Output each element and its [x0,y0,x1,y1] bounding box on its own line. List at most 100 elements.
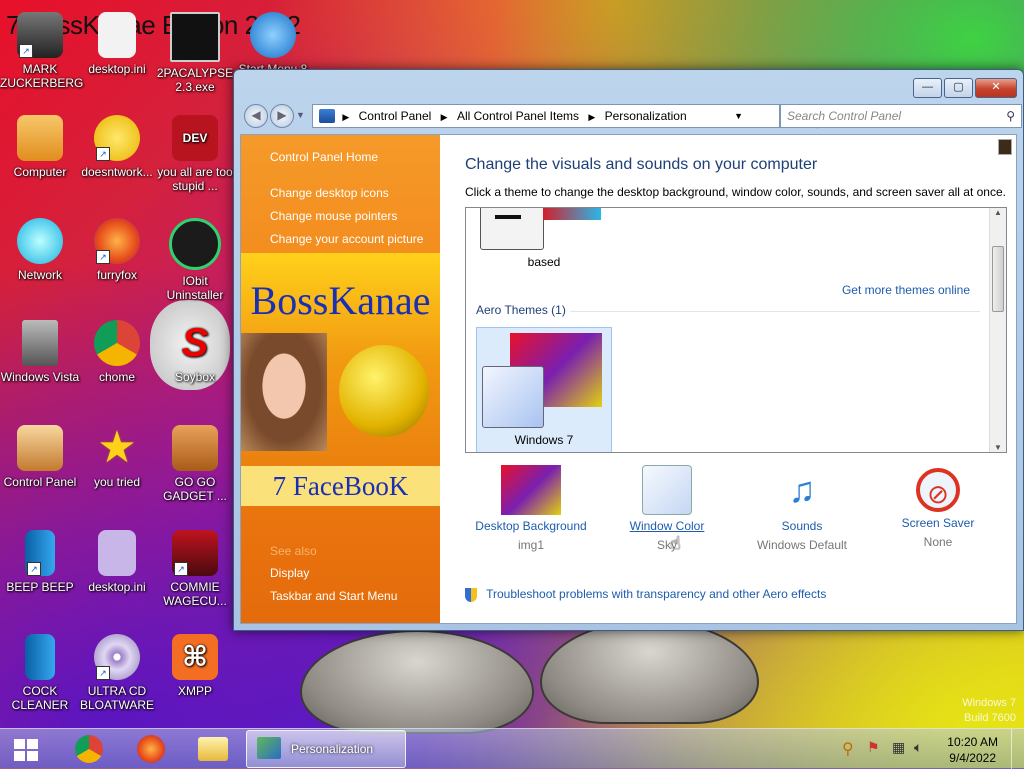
desktop-icon-you-all-are-too-stupid[interactable]: DEV you all are too stupid ... [155,115,235,193]
desktop-icon-desktop-ini[interactable]: desktop.ini [77,12,157,76]
tray-flag-icon[interactable]: ⚑ [867,739,880,756]
breadcrumb-separator-icon[interactable]: ▶ [342,112,349,122]
desktop-icon-label: XMPP [177,684,212,698]
desktop-icon-desktop-ini-2[interactable]: desktop.ini [77,530,157,594]
theme-thumbnail-based[interactable] [480,208,544,250]
breadcrumb-separator-icon[interactable]: ▶ [588,112,595,122]
desktop-icon-control-panel[interactable]: Control Panel [0,425,80,489]
desktop-icon-chome[interactable]: chome [77,320,157,384]
breadcrumb-personalization[interactable]: Personalization [605,109,687,123]
breadcrumb-control-panel[interactable]: Control Panel [359,109,432,123]
minimize-button[interactable]: — [913,78,942,98]
gallery-scrollbar[interactable]: ▲ ▼ [989,208,1006,452]
nav-change-account-picture[interactable]: Change your account picture [270,232,423,246]
desktop-icon-2pacalypse[interactable]: 2PACALYPSE 2.3.exe [155,12,235,94]
tray-search-icon[interactable]: ⚲ [842,739,854,759]
scroll-down-icon[interactable]: ▼ [990,443,1006,452]
desktop-icon-doesntwork[interactable]: ↗ doesntwork... [77,115,157,179]
cd-disc-icon: ↗ [94,634,140,680]
desktop-icon-windows-vista[interactable]: Windows Vista [0,320,80,384]
aero-divider [570,311,980,312]
screen-saver-icon: ⊘ [916,468,960,512]
title-bar-buttons: — ▢ ✕ [913,78,1017,98]
back-button[interactable]: ◀ [244,104,268,128]
search-placeholder: Search Control Panel [787,109,902,123]
address-bar[interactable]: ▶ Control Panel ▶ All Control Panel Item… [312,104,838,129]
desktop-icon-ultra-cd-bloatware[interactable]: ↗ ULTRA CD BLOATWARE [77,634,157,712]
clock-date: 9/4/2022 [949,751,996,765]
window-color-icon [642,465,692,515]
breadcrumb-all-items[interactable]: All Control Panel Items [457,109,579,123]
tray-network-icon[interactable]: ▦ [892,739,905,756]
sounds-item[interactable]: ♫ Sounds Windows Default [732,465,872,552]
mouse-cursor-hand-icon: ☝ [670,533,681,553]
desktop-icon-cock-cleaner[interactable]: COCK CLEANER [0,634,80,712]
recent-pages-icon[interactable]: ▼ [296,110,305,120]
search-icon[interactable]: ⚲ [1006,105,1015,127]
desktop-icon-iobit-uninstaller[interactable]: IObit Uninstaller [155,218,235,302]
nav-taskbar-start-menu[interactable]: Taskbar and Start Menu [270,589,397,603]
desktop-background-label: Desktop Background [475,519,587,533]
desktop-icon-computer[interactable]: Computer [0,115,80,179]
theme-swatch [543,208,601,220]
uac-shield-icon [465,587,477,602]
wallpaper-shoes [290,620,760,734]
desktop-background-icon [501,465,561,515]
window-color-item[interactable]: Window Color Sky [597,465,737,552]
taskbar-task-label: Personalization [291,742,374,756]
desktop-icon-xmpp[interactable]: ⌘ XMPP [155,634,235,698]
desktop-icon-beep-beep[interactable]: ↗ BEEP BEEP [0,530,80,594]
scroll-up-icon[interactable]: ▲ [990,208,1006,217]
desktop-background-item[interactable]: Desktop Background img1 [461,465,601,552]
scroll-thumb[interactable] [992,246,1004,312]
desktop-icon-go-go-gadget[interactable]: GO GO GADGET ... [155,425,235,503]
desktop-icon-commie-wagecu[interactable]: ↗ COMMIE WAGECU... [155,530,235,608]
taskbar-personalization-button[interactable]: Personalization [246,730,406,768]
banner-bottom-text: 7 FaceBooK [241,466,440,506]
breadcrumb-separator-icon[interactable]: ▶ [441,112,448,122]
search-input[interactable]: Search Control Panel ⚲ [780,104,1022,128]
show-desktop-button[interactable] [1011,729,1024,769]
nav-change-mouse-pointers[interactable]: Change mouse pointers [270,209,397,223]
tray-volume-icon[interactable]: 🔈︎ [914,739,922,756]
left-nav-pane: Control Panel Home Change desktop icons … [241,135,440,623]
screen-saver-item[interactable]: ⊘ Screen Saver None [868,465,1008,549]
desktop-icon-label: Network [17,268,62,282]
nav-change-desktop-icons[interactable]: Change desktop icons [270,186,389,200]
theme-label-windows-7: Windows 7 [514,433,574,447]
desktop-icon-label: ULTRA CD BLOATWARE [79,684,154,712]
taskbar-firefox-button[interactable] [134,733,168,765]
desktop-icon-you-tried[interactable]: ★ you tried [77,425,157,490]
desktop-icon-furryfox[interactable]: ↗ furryfox [77,218,157,282]
folder-icon [198,737,228,761]
taskbar-chrome-button[interactable] [72,733,106,765]
desktop-icon-label: MARK ZUCKERBERG [0,62,84,90]
desktop-icon-label: IObit Uninstaller [166,274,224,302]
start-button[interactable] [10,733,44,765]
troubleshoot-link[interactable]: Troubleshoot problems with transparency … [486,587,826,601]
iobit-icon [169,218,221,270]
get-more-themes-link[interactable]: Get more themes online [842,283,970,297]
close-button[interactable]: ✕ [975,78,1017,98]
theme-tile-windows-7[interactable]: Windows 7 [476,327,612,452]
desktop-icon-start-menu-8[interactable]: Start Menu 8 [233,12,313,76]
help-icon[interactable] [998,139,1012,155]
desktop-background-value: img1 [517,538,544,552]
taskbar: Personalization ⚲ ⚑ ▦ 🔈︎ 10:20 AM 9/4/20… [0,728,1024,769]
nav-control-panel-home[interactable]: Control Panel Home [270,150,378,164]
taskbar-explorer-button[interactable] [196,733,230,765]
forward-button[interactable]: ▶ [270,104,294,128]
tray-clock[interactable]: 10:20 AM 9/4/2022 [947,734,998,766]
smiley-mascot-image [339,345,429,437]
desktop-icon-soybox[interactable]: S Soybox [155,320,235,384]
window-client-area: Control Panel Home Change desktop icons … [240,134,1017,624]
theme-label-based[interactable]: based [466,255,622,269]
address-dropdown-icon[interactable]: ▼ [734,105,743,127]
nav-display[interactable]: Display [270,566,309,580]
computer-icon [17,115,63,161]
desktop-icon-network[interactable]: Network [0,218,80,282]
theme-gallery[interactable]: based Get more themes online Aero Themes… [465,207,1007,453]
desktop-icon-mark-zuckerberg[interactable]: ↗ MARK ZUCKERBERG [0,12,84,90]
watermark-line2: Build 7600 [964,712,1016,724]
maximize-button[interactable]: ▢ [944,78,973,98]
